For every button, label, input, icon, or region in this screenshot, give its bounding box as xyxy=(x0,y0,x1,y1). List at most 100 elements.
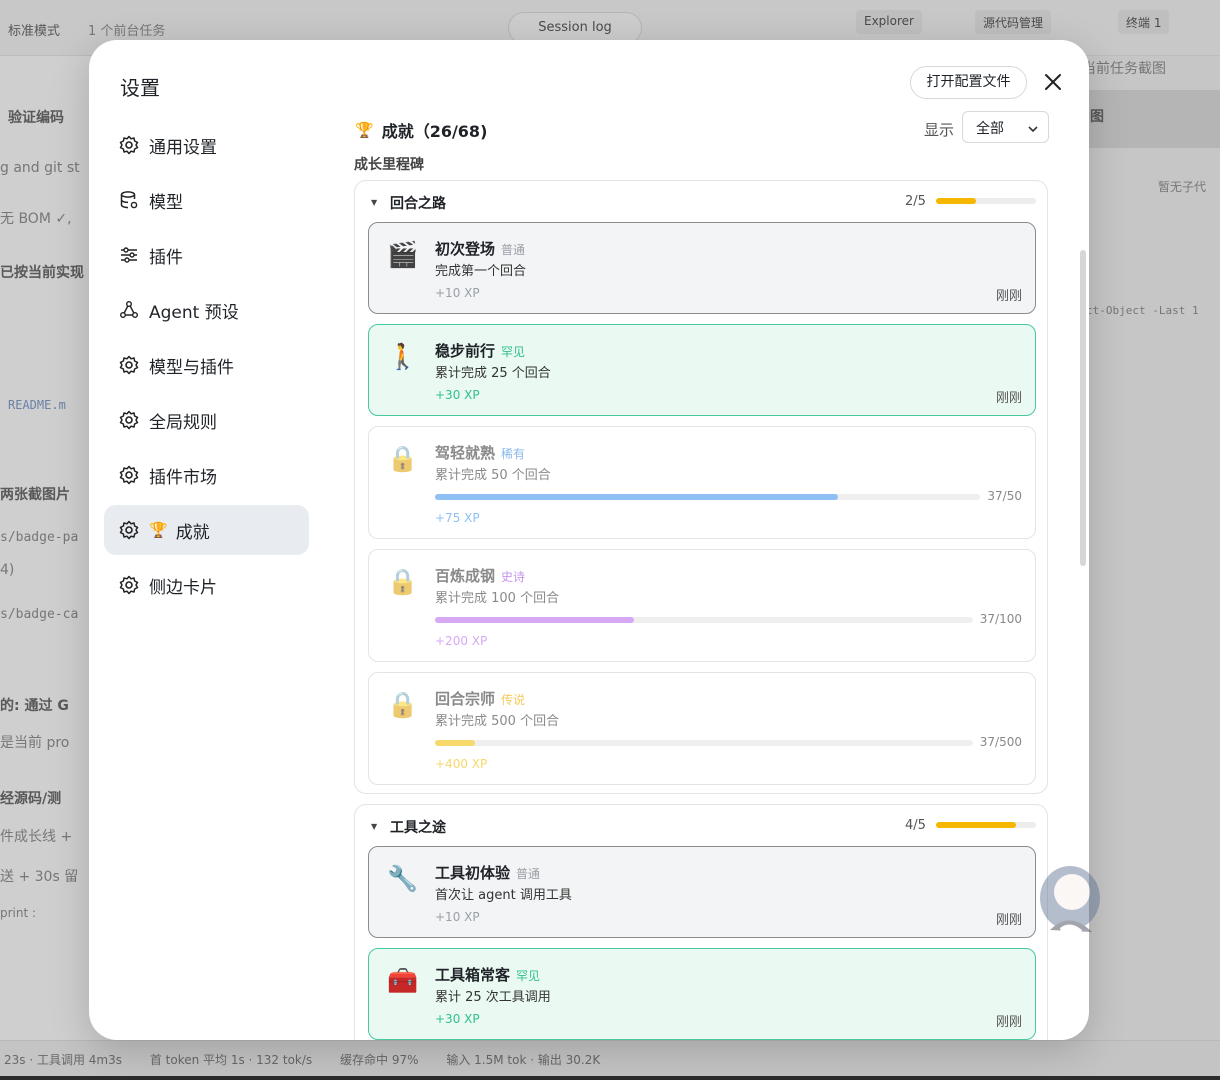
sidebar-item-general[interactable]: 通用设置 xyxy=(104,120,309,170)
sliders-icon xyxy=(119,245,139,265)
gear-icon xyxy=(119,355,139,375)
achievement-desc: 累计 25 次工具调用 xyxy=(435,990,551,1005)
achievement-card[interactable]: 🎬 初次登场 普通 完成第一个回合 +10 XP 刚刚 xyxy=(368,222,1036,314)
achievement-desc: 累计完成 500 个回合 xyxy=(435,714,560,729)
progress-fill xyxy=(936,822,1016,828)
group-name: 回合之路 xyxy=(390,196,446,212)
achievement-progress-text: 37/50 xyxy=(987,489,1022,503)
achievement-desc: 累计完成 50 个回合 xyxy=(435,468,551,483)
achievement-time: 刚刚 xyxy=(995,391,1022,406)
achievement-desc: 完成第一个回合 xyxy=(435,264,527,279)
achievement-progress-bar xyxy=(435,617,973,623)
achievement-xp: +30 XP xyxy=(435,388,480,402)
filter-select[interactable]: 全部 xyxy=(962,111,1049,143)
achievement-desc: 累计完成 25 个回合 xyxy=(435,366,551,381)
group-header[interactable]: ▼ 工具之途 4/5 xyxy=(355,805,1047,845)
trophy-icon: 🏆 xyxy=(149,521,168,539)
group-count: 4/5 xyxy=(905,818,926,833)
achievement-name: 工具初体验 普通 xyxy=(435,862,540,883)
achievement-time: 刚刚 xyxy=(995,1015,1022,1030)
achievement-name-text: 稳步前行 xyxy=(435,342,496,360)
close-icon[interactable] xyxy=(1041,70,1065,94)
achievement-group: ▼ 回合之路 2/5 🎬 初次登场 普通 完成第一个回合 +10 XP 刚刚 🚶 … xyxy=(354,180,1048,794)
open-config-button[interactable]: 打开配置文件 xyxy=(910,66,1027,99)
settings-modal: 设置 打开配置文件 通用设置 模型 插件 Agent 预设 模型与插件 全局规则… xyxy=(89,40,1089,1040)
achievement-name: 回合宗师 传说 xyxy=(435,688,525,709)
achievement-card[interactable]: 🧰 工具箱常客 罕见 累计 25 次工具调用 +30 XP 刚刚 xyxy=(368,948,1036,1040)
walking-person-icon: 🚶 xyxy=(387,342,419,371)
filter-label: 显示 xyxy=(924,121,955,139)
sidebar-item-side-cards[interactable]: 侧边卡片 xyxy=(104,560,309,610)
achievement-progress-bar xyxy=(435,494,980,500)
progress-fill xyxy=(435,740,475,746)
sidebar-item-label: 通用设置 xyxy=(149,137,217,158)
achievement-card[interactable]: 🚶 稳步前行 罕见 累计完成 25 个回合 +30 XP 刚刚 xyxy=(368,324,1036,416)
achievement-time: 刚刚 xyxy=(995,289,1022,304)
group-header[interactable]: ▼ 回合之路 2/5 xyxy=(355,181,1047,221)
modal-title: 设置 xyxy=(120,76,160,100)
achievement-card[interactable]: 🔒 回合宗师 传说 累计完成 500 个回合 37/500 +400 XP xyxy=(368,672,1036,785)
achievement-name-text: 初次登场 xyxy=(435,240,496,258)
achievements-list[interactable]: ▼ 回合之路 2/5 🎬 初次登场 普通 完成第一个回合 +10 XP 刚刚 🚶 … xyxy=(354,180,1085,1040)
group-name: 工具之途 xyxy=(390,820,446,836)
sidebar-item-label: 全局规则 xyxy=(149,412,217,433)
filter-select-value: 全部 xyxy=(976,121,1004,137)
toolbox-icon: 🧰 xyxy=(387,966,419,995)
achievement-time: 刚刚 xyxy=(995,913,1022,928)
section-title: 成长里程碑 xyxy=(354,157,424,173)
achievement-name-text: 百炼成钢 xyxy=(435,567,496,585)
group-count: 2/5 xyxy=(905,194,926,209)
achievement-progress-text: 37/100 xyxy=(979,612,1022,626)
rarity-badge: 罕见 xyxy=(501,345,526,359)
achievement-desc: 累计完成 100 个回合 xyxy=(435,591,560,606)
sidebar-item-models[interactable]: 模型 xyxy=(104,175,309,225)
progress-fill xyxy=(435,494,839,500)
achievement-card[interactable]: 🔒 百炼成钢 史诗 累计完成 100 个回合 37/100 +200 XP xyxy=(368,549,1036,662)
caret-down-icon: ▼ xyxy=(371,822,378,831)
achievement-xp: +30 XP xyxy=(435,1012,480,1026)
gear-icon xyxy=(119,410,139,430)
rarity-badge: 普通 xyxy=(501,243,526,257)
progress-fill xyxy=(936,198,976,204)
rarity-badge: 史诗 xyxy=(501,570,526,584)
rarity-badge: 传说 xyxy=(501,693,526,707)
sidebar-item-models-plugins[interactable]: 模型与插件 xyxy=(104,340,309,390)
achievement-xp: +400 XP xyxy=(435,757,488,771)
achievement-card[interactable]: 🔧 工具初体验 普通 首次让 agent 调用工具 +10 XP 刚刚 xyxy=(368,846,1036,938)
gear-icon xyxy=(119,520,139,540)
network-icon xyxy=(119,300,139,320)
achievement-name-text: 工具初体验 xyxy=(435,864,511,882)
achievement-xp: +75 XP xyxy=(435,511,480,525)
clapperboard-icon: 🎬 xyxy=(387,240,419,269)
gear-icon xyxy=(119,575,139,595)
sidebar-item-global-rules[interactable]: 全局规则 xyxy=(104,395,309,445)
achievement-name: 初次登场 普通 xyxy=(435,238,525,259)
sidebar-item-plugins[interactable]: 插件 xyxy=(104,230,309,280)
achievement-progress-bar xyxy=(435,740,973,746)
achievement-xp: +10 XP xyxy=(435,286,480,300)
gear-icon xyxy=(119,135,139,155)
trophy-icon: 🏆 xyxy=(355,121,374,139)
rarity-badge: 普通 xyxy=(516,867,541,881)
sidebar-item-label: 模型与插件 xyxy=(149,357,234,378)
achievement-desc: 首次让 agent 调用工具 xyxy=(435,888,572,903)
sidebar-item-achievements[interactable]: 🏆 成就 xyxy=(104,505,309,555)
group-progress-bar xyxy=(936,822,1036,828)
chevron-down-icon xyxy=(1028,122,1038,133)
mascot-image xyxy=(1020,850,1120,950)
achievement-name-text: 工具箱常客 xyxy=(435,966,511,984)
achievements-header: 🏆 成就（26/68) xyxy=(355,118,487,142)
database-icon xyxy=(119,190,139,210)
achievement-name: 百炼成钢 史诗 xyxy=(435,565,525,586)
achievements-title: 成就（26/68) xyxy=(381,122,488,141)
scrollbar[interactable] xyxy=(1080,250,1086,566)
achievement-card[interactable]: 🔒 驾轻就熟 稀有 累计完成 50 个回合 37/50 +75 XP xyxy=(368,426,1036,539)
sidebar-item-agent-presets[interactable]: Agent 预设 xyxy=(104,285,309,335)
lock-icon: 🔒 xyxy=(387,444,419,473)
achievement-xp: +10 XP xyxy=(435,910,480,924)
sidebar-item-plugin-market[interactable]: 插件市场 xyxy=(104,450,309,500)
achievement-name-text: 回合宗师 xyxy=(435,690,496,708)
achievement-progress-text: 37/500 xyxy=(979,735,1022,749)
achievement-name: 驾轻就熟 稀有 xyxy=(435,442,525,463)
sidebar-item-label: Agent 预设 xyxy=(149,302,239,323)
